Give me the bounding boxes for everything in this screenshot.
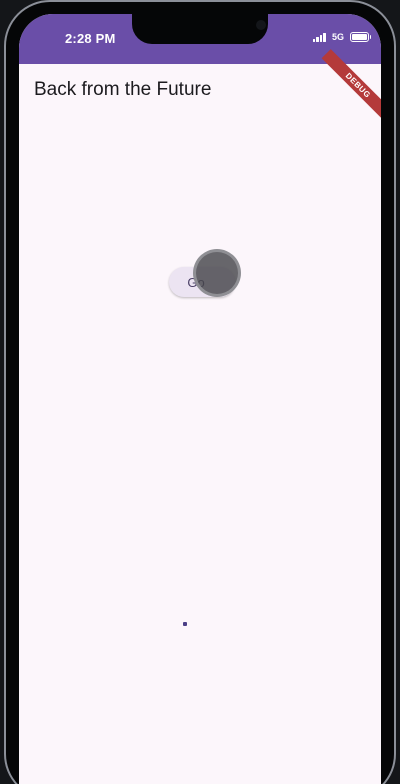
network-type: 5G	[331, 32, 344, 42]
phone-frame: 2:28 PM 5G DEBUG Back from the Future Go	[0, 0, 400, 784]
battery-icon	[350, 32, 371, 42]
touch-indicator	[193, 249, 241, 297]
front-camera	[256, 20, 266, 30]
loading-indicator	[183, 622, 187, 626]
app-screen: 2:28 PM 5G DEBUG Back from the Future Go	[19, 14, 381, 784]
page-title: Back from the Future	[34, 79, 212, 100]
status-indicators: 5G	[312, 32, 371, 42]
notch	[132, 14, 268, 44]
status-time: 2:28 PM	[65, 31, 116, 46]
signal-icon	[312, 32, 326, 42]
